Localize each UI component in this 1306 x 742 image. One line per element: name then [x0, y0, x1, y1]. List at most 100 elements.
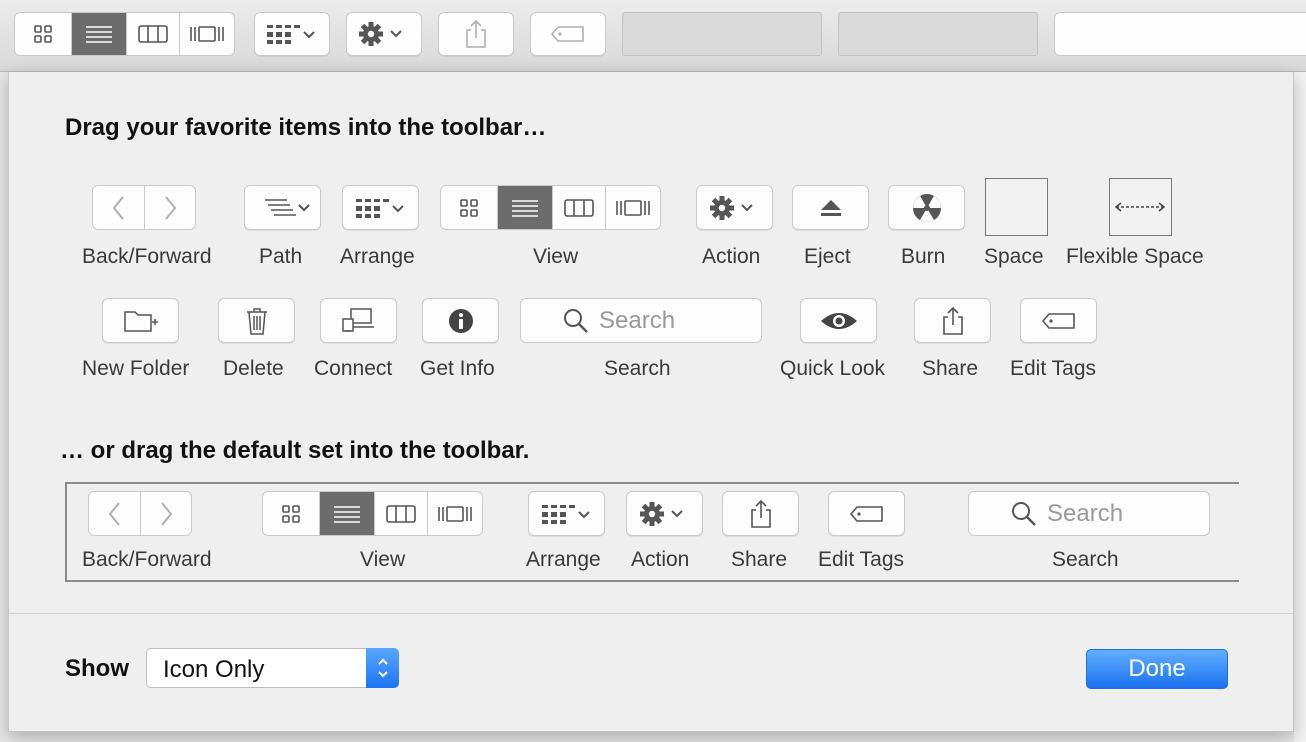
- share-button[interactable]: [438, 12, 514, 56]
- forward-button: [145, 186, 195, 229]
- connect-item[interactable]: [320, 298, 397, 343]
- action-popup-button[interactable]: [346, 12, 422, 56]
- search-icon: [1012, 501, 1036, 526]
- default-set-heading: … or drag the default set into the toolb…: [60, 437, 530, 464]
- gallery-view-button[interactable]: [180, 13, 234, 55]
- column-view-segment: [375, 492, 428, 535]
- customize-toolbar-sheet: Drag your favorite items into the toolba…: [8, 72, 1294, 732]
- list-view-segment: [498, 186, 553, 229]
- icon-view-icon: [460, 198, 478, 217]
- divider: [9, 613, 1293, 614]
- gallery-view-segment: [606, 186, 660, 229]
- back-forward-item[interactable]: [92, 185, 196, 230]
- flexible-space-item[interactable]: [1109, 178, 1172, 236]
- default-search-label: Search: [1052, 548, 1119, 571]
- delete-item[interactable]: [218, 298, 295, 343]
- get-info-item[interactable]: [422, 298, 499, 343]
- tag-icon: [1041, 312, 1075, 329]
- eject-label: Eject: [804, 245, 851, 268]
- arrange-icon: [541, 504, 590, 524]
- icon-view-icon: [34, 25, 52, 43]
- show-popup-value: Icon Only: [163, 656, 265, 683]
- path-item[interactable]: [244, 185, 321, 230]
- share-item[interactable]: [914, 298, 991, 343]
- chevron-right-icon: [165, 195, 177, 220]
- arrange-popup-button[interactable]: [254, 12, 330, 56]
- window-toolbar: [0, 0, 1306, 72]
- icon-view-button[interactable]: [15, 13, 72, 55]
- get-info-label: Get Info: [420, 357, 495, 380]
- tag-icon: [551, 26, 584, 42]
- new-folder-item[interactable]: [102, 298, 179, 343]
- list-view-icon: [86, 26, 112, 43]
- share-icon: [466, 19, 486, 48]
- share-icon: [942, 306, 963, 335]
- toolbar-placeholder: [622, 12, 822, 56]
- default-search: Search: [968, 491, 1210, 536]
- default-action: [626, 491, 703, 536]
- default-edit-tags: [828, 491, 905, 536]
- burn-icon: [912, 193, 941, 222]
- default-arrange-label: Arrange: [526, 548, 601, 571]
- edit-tags-button[interactable]: [530, 12, 606, 56]
- arrange-icon: [355, 198, 404, 218]
- favorites-heading: Drag your favorite items into the toolba…: [65, 114, 547, 141]
- forward-button: [141, 492, 191, 535]
- icon-view-segment: [263, 492, 320, 535]
- new-folder-label: New Folder: [82, 357, 190, 380]
- default-view: [262, 491, 483, 536]
- info-icon: [448, 308, 473, 333]
- path-label: Path: [259, 245, 303, 268]
- arrange-item[interactable]: [342, 185, 419, 230]
- chevron-left-icon: [108, 501, 120, 526]
- default-action-label: Action: [631, 548, 690, 571]
- space-item[interactable]: [985, 178, 1048, 236]
- share-icon: [750, 499, 771, 528]
- burn-item[interactable]: [888, 185, 965, 230]
- default-back-forward-label: Back/Forward: [82, 548, 212, 571]
- eject-icon: [820, 199, 841, 216]
- connect-label: Connect: [314, 357, 393, 380]
- show-label: Show: [65, 655, 129, 682]
- icon-view-icon: [282, 504, 300, 523]
- done-button[interactable]: Done: [1086, 649, 1228, 689]
- default-arrange: [528, 491, 605, 536]
- updown-arrows-icon: [366, 648, 399, 688]
- gallery-view-icon: [190, 26, 224, 42]
- search-label: Search: [604, 357, 671, 380]
- view-item[interactable]: [440, 185, 661, 230]
- default-share-label: Share: [731, 548, 788, 571]
- gear-icon: [639, 501, 683, 526]
- show-popup[interactable]: Icon Only: [146, 648, 399, 688]
- quick-look-item[interactable]: [800, 298, 877, 343]
- search-item[interactable]: Search: [520, 298, 762, 343]
- view-segmented-control: [14, 12, 235, 56]
- new-folder-icon: [123, 310, 158, 332]
- action-label: Action: [702, 245, 761, 268]
- gallery-view-icon: [438, 505, 472, 522]
- list-view-segment: [320, 492, 375, 535]
- eject-item[interactable]: [792, 185, 869, 230]
- column-view-icon: [138, 25, 168, 43]
- back-button: [93, 186, 145, 229]
- arrange-label: Arrange: [340, 245, 415, 268]
- default-set-bar[interactable]: Back/Forward View Arrange Action Share E…: [65, 482, 1239, 582]
- default-view-label: View: [360, 548, 406, 571]
- back-button: [89, 492, 141, 535]
- edit-tags-label: Edit Tags: [1010, 357, 1096, 380]
- list-view-icon: [512, 199, 538, 217]
- search-input[interactable]: [1054, 12, 1306, 56]
- edit-tags-item[interactable]: [1020, 298, 1097, 343]
- arrange-icon: [267, 25, 315, 44]
- default-back-forward: [88, 491, 192, 536]
- tag-icon: [849, 505, 883, 522]
- search-placeholder: Search: [1047, 499, 1124, 527]
- share-label: Share: [922, 357, 979, 380]
- list-view-button[interactable]: [72, 13, 127, 55]
- list-view-icon: [334, 505, 360, 523]
- action-item[interactable]: [696, 185, 773, 230]
- column-view-button[interactable]: [127, 13, 180, 55]
- back-forward-label: Back/Forward: [82, 245, 212, 268]
- gallery-view-segment: [428, 492, 482, 535]
- chevron-left-icon: [112, 195, 124, 220]
